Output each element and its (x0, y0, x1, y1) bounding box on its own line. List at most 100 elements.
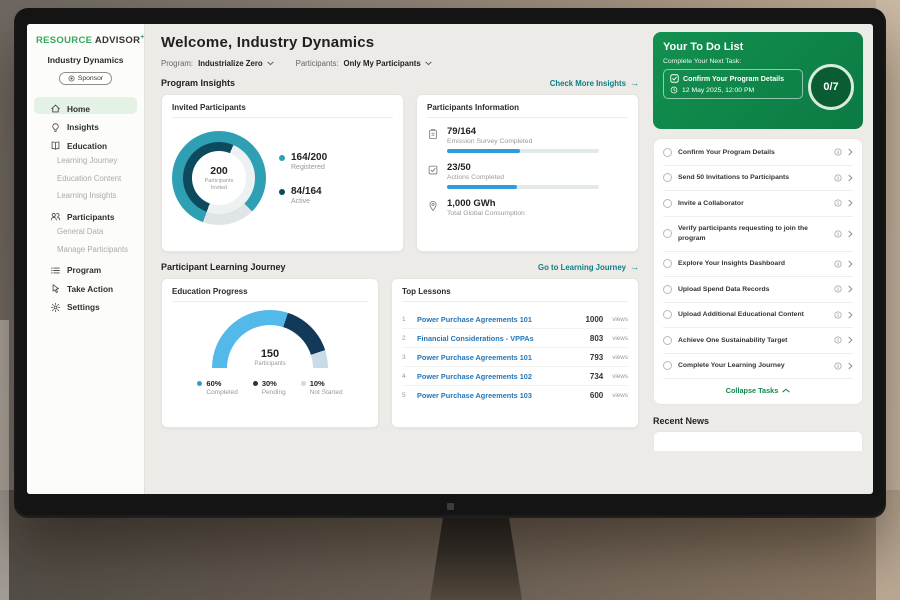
emission-survey-progressbar (447, 149, 599, 153)
todo-checkbox[interactable] (663, 199, 672, 208)
recent-news-card (653, 431, 863, 451)
todo-checkbox[interactable] (663, 259, 672, 268)
participants-information-rows: 79/164 Emission Survey Completed 23/50 A… (427, 126, 628, 217)
info-icon[interactable] (834, 362, 842, 370)
collapse-tasks-button[interactable]: Collapse Tasks (663, 379, 853, 403)
info-icon[interactable] (834, 285, 842, 293)
arrow-right-icon: → (630, 79, 639, 88)
sidebar-item-education-content[interactable]: Education Content (34, 170, 137, 186)
next-task-row: Confirm Your Program Details (670, 74, 796, 83)
todo-item[interactable]: Upload Spend Data Records (663, 277, 853, 303)
cursor-icon (50, 283, 61, 294)
todo-item[interactable]: Invite a Collaborator (663, 191, 853, 217)
sidebar-item-learning-journey[interactable]: Learning Journey (34, 153, 137, 169)
program-insights-header: Program Insights Check More Insights → (161, 78, 639, 88)
sidebar-item-program[interactable]: Program (34, 259, 137, 276)
todo-checkbox[interactable] (663, 336, 672, 345)
lesson-row: 1 Power Purchase Agreements 101 1000 vie… (402, 310, 628, 329)
info-icon[interactable] (834, 230, 842, 238)
nav-label: Manage Participants (57, 245, 128, 254)
not-started-label: Not Started (310, 389, 343, 396)
info-icon[interactable] (834, 174, 842, 182)
nav-label: General Data (57, 227, 103, 236)
todo-checkbox[interactable] (663, 310, 672, 319)
todo-title: Your To Do List (663, 41, 853, 53)
progress-fill (447, 185, 517, 189)
todo-checkbox[interactable] (663, 229, 672, 238)
lesson-link[interactable]: Financial Considerations - VPPAs (417, 334, 583, 343)
go-to-learning-journey-link[interactable]: Go to Learning Journey → (538, 263, 639, 272)
program-select[interactable]: Industrialize Zero (198, 59, 274, 68)
gauge-center: 150 Participants (212, 348, 328, 369)
lesson-row: 2 Financial Considerations - VPPAs 803 v… (402, 329, 628, 348)
lesson-row: 5 Power Purchase Agreements 103 600 view… (402, 386, 628, 404)
todo-summary-card: Your To Do List Complete Your Next Task:… (653, 32, 863, 129)
todo-item[interactable]: Explore Your Insights Dashboard (663, 252, 853, 278)
nav-label: Participants (67, 212, 115, 222)
sidebar-item-settings[interactable]: Settings (34, 296, 137, 313)
todo-item[interactable]: Verify participants requesting to join t… (663, 217, 853, 252)
todo-item[interactable]: Confirm Your Program Details (663, 140, 853, 166)
todo-progress-ring: 0/7 (808, 64, 854, 110)
main-content: Welcome, Industry Dynamics Program: Indu… (145, 24, 649, 494)
sidebar-item-education[interactable]: Education (34, 134, 137, 151)
sidebar-item-manage-participants[interactable]: Manage Participants (34, 241, 137, 257)
sidebar-item-home[interactable]: Home (34, 97, 137, 114)
chevron-up-icon (782, 388, 790, 393)
lesson-views: 734 (590, 372, 603, 381)
lesson-link[interactable]: Power Purchase Agreements 101 (417, 353, 583, 362)
donut-center-label: Participants Invited (198, 178, 240, 192)
org-name: Industry Dynamics (34, 55, 137, 65)
clipboard-icon (427, 128, 439, 140)
info-icon[interactable] (834, 148, 842, 156)
check-more-insights-link[interactable]: Check More Insights → (550, 79, 639, 88)
registered-label: Registered (291, 164, 327, 171)
card-title: Education Progress (172, 287, 368, 302)
todo-checkbox[interactable] (663, 285, 672, 294)
sidebar-item-learning-insights[interactable]: Learning Insights (34, 188, 137, 204)
todo-item[interactable]: Complete Your Learning Journey (663, 354, 853, 380)
legend-not-started: 10% Not Started (301, 379, 343, 396)
participants-select[interactable]: Only My Participants (344, 59, 432, 68)
lesson-link[interactable]: Power Purchase Agreements 101 (417, 315, 578, 324)
monitor-stand (430, 512, 522, 600)
todo-item[interactable]: Achieve One Sustainability Target (663, 328, 853, 354)
legend-active: 84/164 Active (279, 186, 327, 205)
page-title: Welcome, Industry Dynamics (161, 34, 639, 51)
global-consumption-label: Total Global Consumption (447, 210, 525, 217)
todo-checkbox[interactable] (663, 148, 672, 157)
todo-checkbox[interactable] (663, 173, 672, 182)
info-icon[interactable] (834, 260, 842, 268)
progress-fill (447, 149, 520, 153)
monitor-brand-logo (447, 503, 454, 510)
arrow-right-icon: → (630, 263, 639, 272)
info-icon[interactable] (834, 311, 842, 319)
card-title: Participants Information (427, 103, 628, 118)
todo-item[interactable]: Send 50 Invitations to Participants (663, 166, 853, 192)
completed-label: Completed (206, 389, 237, 396)
sidebar-item-take-action[interactable]: Take Action (34, 277, 137, 294)
sidebar-item-general-data[interactable]: General Data (34, 224, 137, 240)
lesson-link[interactable]: Power Purchase Agreements 103 (417, 391, 583, 400)
legend-dot-completed (197, 381, 202, 386)
lesson-link[interactable]: Power Purchase Agreements 102 (417, 372, 583, 381)
info-icon[interactable] (834, 199, 842, 207)
nav-label: Take Action (67, 284, 113, 294)
donut-legend: 164/200 Registered 84/164 Active (279, 152, 327, 205)
lesson-views: 1000 (585, 315, 603, 324)
todo-progress-value: 0/7 (823, 81, 838, 93)
nav-label: Learning Journey (57, 156, 117, 165)
chevron-right-icon (848, 285, 853, 293)
sponsor-badge[interactable]: Sponsor (59, 72, 112, 85)
todo-item[interactable]: Upload Additional Educational Content (663, 303, 853, 329)
sponsor-badge-label: Sponsor (78, 75, 103, 82)
card-title: Top Lessons (402, 287, 628, 302)
legend-dot-active (279, 189, 285, 195)
sidebar-item-insights[interactable]: Insights (34, 116, 137, 133)
info-icon[interactable] (834, 336, 842, 344)
sidebar-item-participants[interactable]: Participants (34, 205, 137, 222)
todo-checkbox[interactable] (663, 361, 672, 370)
lesson-row: 4 Power Purchase Agreements 102 734 view… (402, 367, 628, 386)
check-square-icon (427, 164, 439, 176)
next-task-box[interactable]: Confirm Your Program Details 12 May 2025… (663, 69, 803, 99)
